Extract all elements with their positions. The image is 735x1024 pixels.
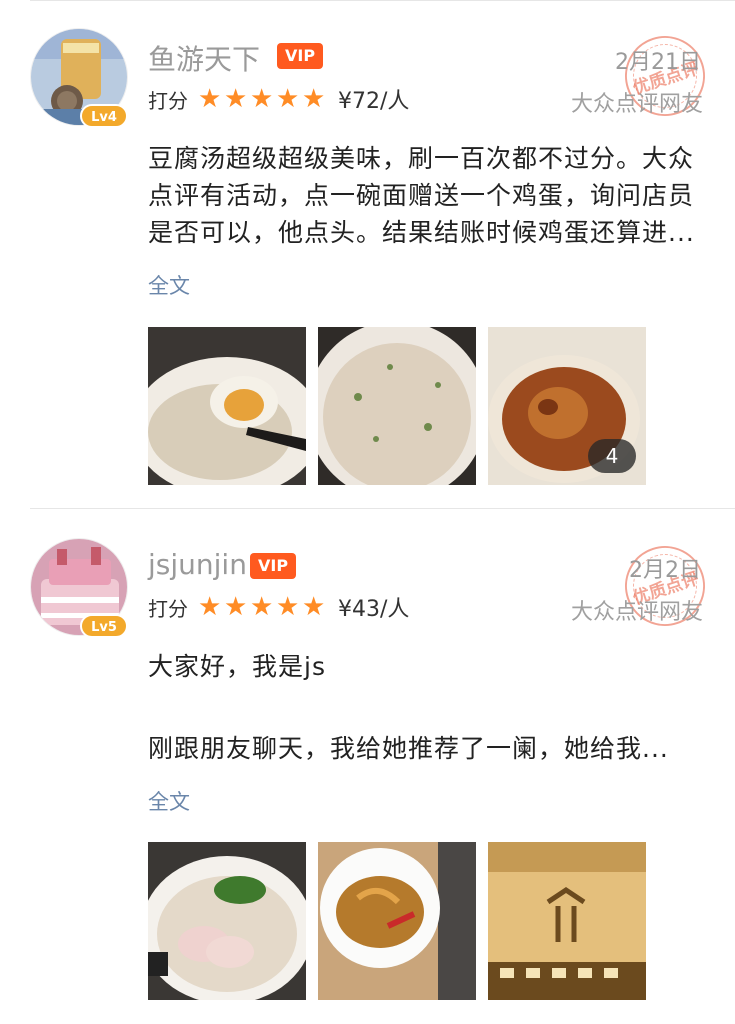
review-date: 2月2日: [629, 558, 701, 583]
review-photo[interactable]: [318, 842, 476, 1000]
star-icon: ★: [198, 592, 222, 622]
review-photo[interactable]: 4: [488, 327, 646, 485]
photo-strip: 4: [148, 327, 646, 485]
review-photo[interactable]: [148, 327, 306, 485]
rating-row: 打分 ★ ★ ★ ★ ★ ¥43/人: [148, 592, 409, 622]
user-avatar[interactable]: Lv5: [30, 538, 128, 638]
review-text[interactable]: 豆腐汤超级超级美味，刷一百次都不过分。大众点评有活动，点一碗面赠送一个鸡蛋，询问…: [148, 140, 708, 252]
review-text-line[interactable]: 刚跟朋友聊天，我给她推荐了一阑，她给我...: [148, 730, 708, 767]
user-avatar[interactable]: Lv4: [30, 28, 128, 128]
star-icon: ★: [224, 84, 248, 114]
rating-label: 打分: [148, 88, 188, 113]
price-per-person: ¥43/人: [338, 597, 410, 622]
full-text-link[interactable]: 全文: [148, 270, 190, 300]
star-rating: ★ ★ ★ ★ ★: [198, 592, 326, 622]
review-card[interactable]: Lv5 jsjunjin VIP 优质点评 2月2日 打分 ★ ★ ★ ★ ★ …: [0, 508, 735, 1024]
star-icon: ★: [276, 84, 300, 114]
review-source: 大众点评网友: [570, 600, 703, 625]
vip-badge: VIP: [250, 553, 297, 579]
username[interactable]: 鱼游天下: [148, 38, 260, 78]
star-icon: ★: [224, 592, 248, 622]
level-badge: Lv4: [80, 104, 128, 128]
star-icon: ★: [250, 84, 274, 114]
review-text-line[interactable]: 大家好，我是js: [148, 648, 708, 685]
review-photo[interactable]: [488, 842, 646, 1000]
star-icon: ★: [276, 592, 300, 622]
vip-badge: VIP: [277, 43, 324, 69]
username[interactable]: jsjunjin: [148, 548, 247, 581]
divider: [30, 508, 735, 509]
star-rating: ★ ★ ★ ★ ★: [198, 84, 326, 114]
review-source: 大众点评网友: [570, 92, 703, 117]
level-badge: Lv5: [80, 614, 128, 638]
star-icon: ★: [198, 84, 222, 114]
price-per-person: ¥72/人: [338, 89, 410, 114]
review-date: 2月21日: [615, 50, 701, 75]
review-photo[interactable]: [148, 842, 306, 1000]
photo-strip: [148, 842, 646, 1000]
full-text-link[interactable]: 全文: [148, 786, 190, 816]
rating-row: 打分 ★ ★ ★ ★ ★ ¥72/人: [148, 84, 409, 114]
star-icon: ★: [250, 592, 274, 622]
star-icon: ★: [302, 592, 326, 622]
rating-label: 打分: [148, 596, 188, 621]
star-icon: ★: [302, 84, 326, 114]
more-photos-count[interactable]: 4: [588, 439, 636, 473]
divider: [30, 0, 735, 1]
review-card[interactable]: Lv4 鱼游天下 VIP 优质点评 2月21日 打分 ★ ★ ★ ★ ★ ¥72…: [0, 0, 735, 508]
review-photo[interactable]: [318, 327, 476, 485]
